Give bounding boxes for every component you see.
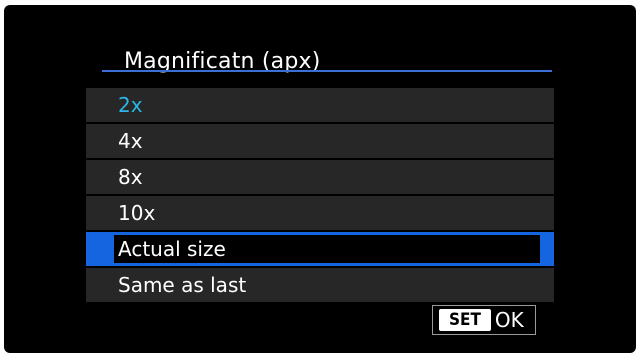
option-8x[interactable]: 8x xyxy=(86,160,554,194)
set-button-icon: SET xyxy=(439,309,491,331)
option-label: 4x xyxy=(118,129,143,153)
option-label: 10x xyxy=(118,201,156,225)
option-label: 2x xyxy=(118,93,143,117)
option-label: Same as last xyxy=(118,273,247,297)
magnification-options-list: 2x 4x 8x 10x Actual size Same as last xyxy=(86,88,554,304)
option-actual-size[interactable]: Actual size xyxy=(86,232,554,266)
camera-menu-screen: Magnificatn (apx) 2x 4x 8x 10x Actual si… xyxy=(4,5,636,353)
option-same-as-last[interactable]: Same as last xyxy=(86,268,554,302)
set-ok-button[interactable]: SET OK xyxy=(432,305,536,335)
option-label: 8x xyxy=(118,165,143,189)
option-4x[interactable]: 4x xyxy=(86,124,554,158)
title-divider xyxy=(102,70,552,72)
ok-label: OK xyxy=(494,308,524,332)
option-label: Actual size xyxy=(118,237,226,261)
option-2x[interactable]: 2x xyxy=(86,88,554,122)
option-10x[interactable]: 10x xyxy=(86,196,554,230)
